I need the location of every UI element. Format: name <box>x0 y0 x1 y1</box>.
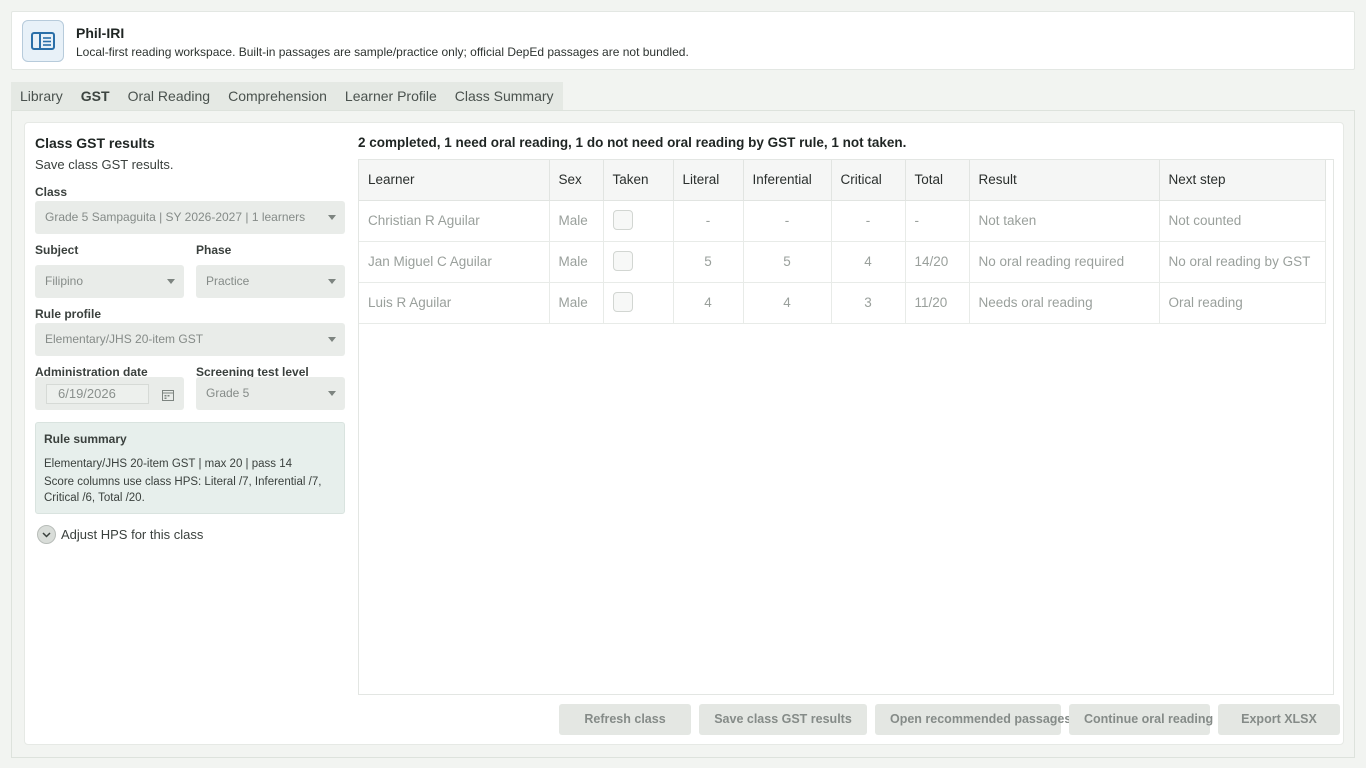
total-score: 11/20 <box>905 282 970 324</box>
learner-sex: Male <box>549 200 604 242</box>
column-header-sex[interactable]: Sex <box>549 160 604 201</box>
column-header-next-step[interactable]: Next step <box>1159 160 1326 201</box>
table-header: Learner Sex Taken Literal Inferential Cr… <box>359 160 1326 201</box>
column-header-result[interactable]: Result <box>969 160 1160 201</box>
literal-score[interactable]: 5 <box>673 241 744 283</box>
adjust-hps-label: Adjust HPS for this class <box>61 527 204 542</box>
gst-panel: Class GST results Save class GST results… <box>24 122 1344 745</box>
app-title: Phil-IRI <box>76 25 125 41</box>
class-select-value: Grade 5 Sampaguita | SY 2026-2027 | 1 le… <box>45 210 306 224</box>
export-xlsx-button[interactable]: Export XLSX <box>1218 704 1340 735</box>
class-select[interactable]: Grade 5 Sampaguita | SY 2026-2027 | 1 le… <box>35 201 345 234</box>
form-description: Save class GST results. <box>35 157 174 172</box>
rule-summary-hps: Score columns use class HPS: Literal /7,… <box>44 476 322 504</box>
table-row: Christian R Aguilar Male - - - - Not tak… <box>359 200 1326 242</box>
chevron-down-icon <box>328 391 336 396</box>
admin-date-input[interactable]: 6/19/2026 <box>46 384 149 404</box>
critical-score[interactable]: - <box>831 200 906 242</box>
column-header-critical[interactable]: Critical <box>831 160 906 201</box>
screening-level-select[interactable]: Grade 5 <box>196 377 345 410</box>
subject-select-value: Filipino <box>45 274 84 288</box>
column-header-inferential[interactable]: Inferential <box>743 160 832 201</box>
taken-cell <box>603 200 674 242</box>
table-row: Luis R Aguilar Male 4 4 3 11/20 Needs or… <box>359 282 1326 324</box>
admin-date-field: 6/19/2026 <box>35 377 184 410</box>
rule-profile-label: Rule profile <box>35 307 102 321</box>
rule-profile-select-value: Elementary/JHS 20-item GST <box>45 332 204 346</box>
result-text: No oral reading required <box>969 241 1160 283</box>
chevron-down-icon <box>167 279 175 284</box>
taken-checkbox[interactable] <box>612 291 633 312</box>
screening-level-select-value: Grade 5 <box>206 386 250 400</box>
critical-score[interactable]: 3 <box>831 282 906 324</box>
learner-sex: Male <box>549 241 604 283</box>
next-step-text: No oral reading by GST <box>1159 241 1326 283</box>
tab-content: Class GST results Save class GST results… <box>11 110 1355 758</box>
action-bar: Refresh class Save class GST results Ope… <box>559 704 1340 735</box>
continue-oral-reading-button[interactable]: Continue oral reading <box>1069 704 1213 735</box>
taken-cell <box>603 282 674 324</box>
learner-name: Christian R Aguilar <box>359 200 550 242</box>
rule-summary: Rule summary Elementary/JHS 20-item GST … <box>35 422 345 514</box>
inferential-score[interactable]: - <box>743 200 832 242</box>
tab-class-summary[interactable]: Class Summary <box>446 82 563 111</box>
table-row: Jan Miguel C Aguilar Male 5 5 4 14/20 No… <box>359 241 1326 283</box>
inferential-score[interactable]: 5 <box>743 241 832 283</box>
tab-library[interactable]: Library <box>11 82 72 111</box>
next-step-text: Not counted <box>1159 200 1326 242</box>
literal-score[interactable]: 4 <box>673 282 744 324</box>
total-score: 14/20 <box>905 241 970 283</box>
result-text: Not taken <box>969 200 1160 242</box>
phase-label: Phase <box>196 243 232 257</box>
app-subtitle: Local-first reading workspace. Built-in … <box>76 45 689 59</box>
column-header-learner[interactable]: Learner <box>359 160 550 201</box>
class-label: Class <box>35 185 68 199</box>
book-reader-icon <box>22 20 64 62</box>
taken-checkbox[interactable] <box>612 250 633 271</box>
taken-checkbox[interactable] <box>612 209 633 230</box>
open-passages-button[interactable]: Open recommended passages <box>875 704 1071 735</box>
tab-oral-reading[interactable]: Oral Reading <box>119 82 220 111</box>
column-header-literal[interactable]: Literal <box>673 160 744 201</box>
learner-sex: Male <box>549 282 604 324</box>
column-header-total[interactable]: Total <box>905 160 970 201</box>
tab-learner-profile[interactable]: Learner Profile <box>336 82 446 111</box>
column-header-taken[interactable]: Taken <box>603 160 674 201</box>
rule-summary-title: Rule summary <box>44 432 127 446</box>
adjust-hps-toggle[interactable]: Adjust HPS for this class <box>37 525 203 544</box>
phase-select-value: Practice <box>206 274 250 288</box>
chevron-down-circle-icon <box>37 525 56 544</box>
save-results-button[interactable]: Save class GST results <box>699 704 867 735</box>
tab-gst[interactable]: GST <box>72 82 119 111</box>
chevron-down-icon <box>328 279 336 284</box>
chevron-down-icon <box>328 337 336 342</box>
result-text: Needs oral reading <box>969 282 1160 324</box>
results-summary: 2 completed, 1 need oral reading, 1 do n… <box>358 135 907 150</box>
refresh-class-button[interactable]: Refresh class <box>559 704 691 735</box>
inferential-score[interactable]: 4 <box>743 282 832 324</box>
next-step-text: Oral reading <box>1159 282 1326 324</box>
learner-name: Luis R Aguilar <box>359 282 550 324</box>
tab-bar: Library GST Oral Reading Comprehension L… <box>11 82 563 111</box>
subject-label: Subject <box>35 243 79 257</box>
subject-select[interactable]: Filipino <box>35 265 184 298</box>
learner-name: Jan Miguel C Aguilar <box>359 241 550 283</box>
results-table: Learner Sex Taken Literal Inferential Cr… <box>358 159 1334 695</box>
rule-profile-select[interactable]: Elementary/JHS 20-item GST <box>35 323 345 356</box>
calendar-icon[interactable] <box>162 388 174 406</box>
phase-select[interactable]: Practice <box>196 265 345 298</box>
taken-cell <box>603 241 674 283</box>
chevron-down-icon <box>328 215 336 220</box>
critical-score[interactable]: 4 <box>831 241 906 283</box>
rule-summary-line: Elementary/JHS 20-item GST | max 20 | pa… <box>44 458 292 470</box>
total-score: - <box>905 200 970 242</box>
form-title: Class GST results <box>35 135 155 151</box>
literal-score[interactable]: - <box>673 200 744 242</box>
app-header: Phil-IRI Local-first reading workspace. … <box>11 11 1355 70</box>
tab-comprehension[interactable]: Comprehension <box>219 82 336 111</box>
